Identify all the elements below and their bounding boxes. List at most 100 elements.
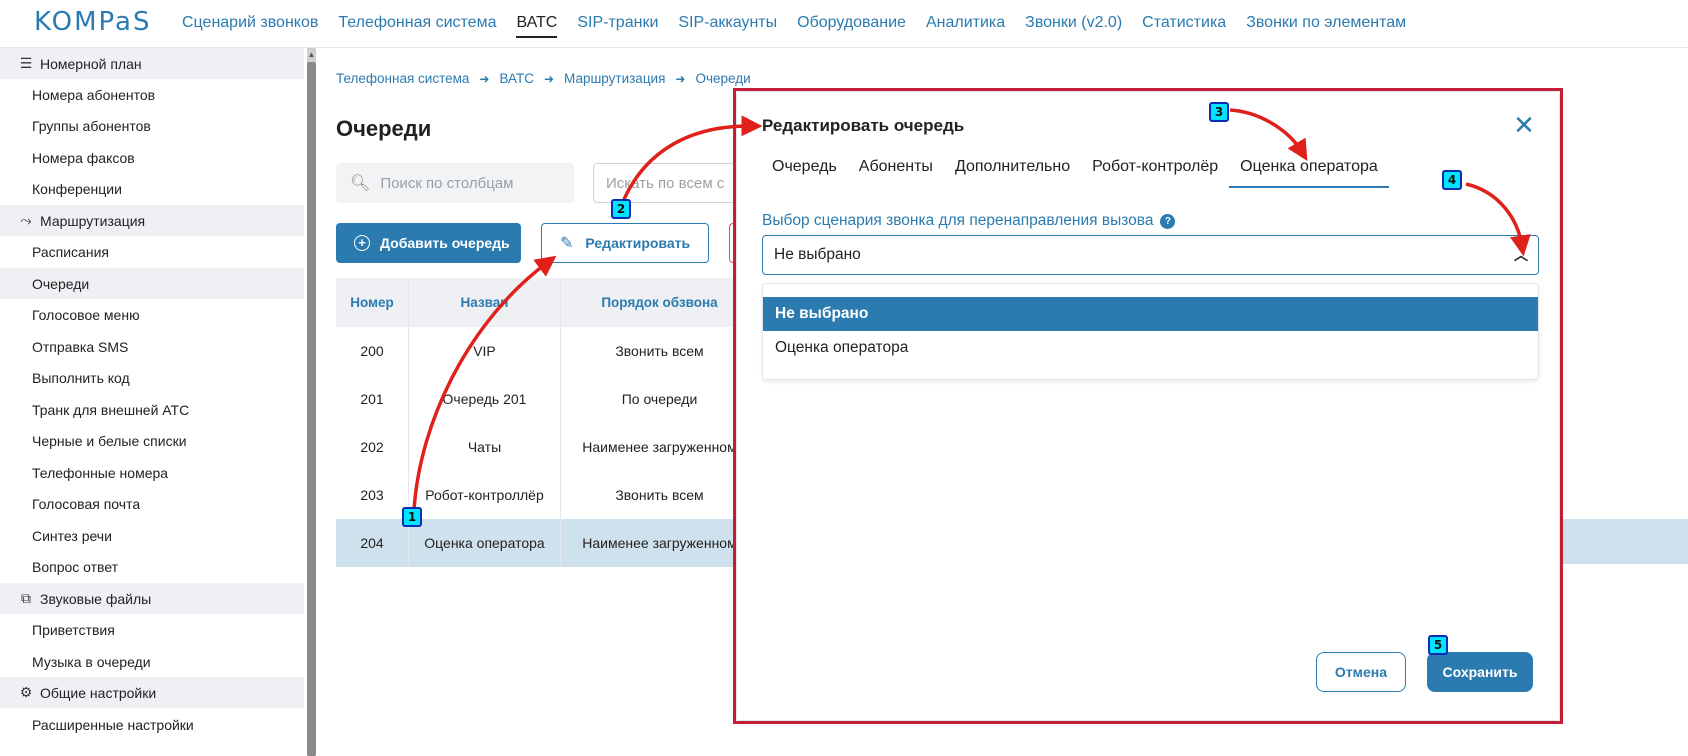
tab-additional[interactable]: Дополнительно [944,152,1081,188]
sidebar-item-advanced-settings[interactable]: Расширенные настройки [0,709,304,740]
breadcrumb-phone-system[interactable]: Телефонная система [336,71,469,86]
scroll-up-icon[interactable]: ▲ [307,50,316,60]
sidebar: ☰ Номерной план Номера абонентов Группы … [0,48,318,756]
sidebar-group-sound-files[interactable]: ⧉ Звуковые файлы [0,583,304,614]
cell-dial-order: По очереди [621,391,698,407]
sidebar-item-greetings[interactable]: Приветствия [0,614,304,645]
table-row[interactable]: 202 Чаты Наименее загруженном [336,423,748,471]
search-placeholder: Поиск по столбцам [380,174,514,192]
step-marker-1: 1 [402,507,422,527]
edit-button[interactable]: ✎ Редактировать [541,223,709,263]
select-value: Не выбрано [774,246,861,263]
nav-item-sip-trunks[interactable]: SIP-транки [577,14,658,38]
plus-circle-icon: + [354,235,370,251]
sidebar-item-black-white-lists[interactable]: Черные и белые списки [0,425,304,456]
table-row[interactable]: 200 VIP Звонить всем [336,327,748,375]
queues-table: Номер Назван Порядок обзвона 200 VIP Зво… [336,278,748,567]
tab-subscribers[interactable]: Абоненты [848,152,944,188]
tab-queue[interactable]: Очередь [762,152,848,188]
files-icon: ⧉ [21,590,31,606]
sidebar-item-queue-music[interactable]: Музыка в очереди [0,646,304,677]
table-row[interactable]: 203 Робот-контроллёр Звонить всем [336,471,748,519]
sidebar-item-subscriber-groups[interactable]: Группы абонентов [0,110,304,141]
cell-number: 204 [336,519,409,567]
sidebar-item-execute-code[interactable]: Выполнить код [0,362,304,393]
sidebar-scrollbar-thumb[interactable] [307,62,316,756]
cell-number: 202 [336,423,409,471]
table-header: Номер Назван Порядок обзвона [336,278,748,327]
tab-robot-controller[interactable]: Робот-контролёр [1081,152,1229,188]
top-navbar: KOMPaS Сценарий звонков Телефонная систе… [0,0,1688,48]
breadcrumb-queues[interactable]: Очереди [695,71,750,86]
sidebar-item-subscriber-numbers[interactable]: Номера абонентов [0,79,304,110]
cancel-button[interactable]: Отмена [1316,652,1406,692]
list-icon: ☰ [19,55,33,71]
redirect-scenario-select[interactable]: Не выбрано ︿ [762,235,1539,275]
sidebar-group-numbering[interactable]: ☰ Номерной план [0,48,304,79]
pencil-icon: ✎ [560,235,574,252]
sidebar-item-phone-numbers[interactable]: Телефонные номера [0,457,304,488]
cell-number: 201 [336,375,409,423]
nav-item-vats[interactable]: ВАТС [516,14,558,38]
nav-item-call-scenarios[interactable]: Сценарий звонков [182,14,318,38]
step-marker-4: 4 [1442,170,1462,190]
cell-name: Чаты [409,423,561,471]
nav-item-statistics[interactable]: Статистика [1142,14,1226,38]
tab-operator-rating[interactable]: Оценка оператора [1229,152,1389,188]
sidebar-item-speech-synthesis[interactable]: Синтез речи [0,520,304,551]
nav-item-sip-accounts[interactable]: SIP-аккаунты [678,14,777,38]
logo[interactable]: KOMPaS [34,7,151,37]
sidebar-item-conferences[interactable]: Конференции [0,173,304,204]
arrow-right-icon: ➜ [675,71,686,86]
column-header-dial-order[interactable]: Порядок обзвона [561,278,748,327]
routing-icon: ⤳ [20,212,32,228]
gear-icon: ⚙ [19,684,33,700]
save-button[interactable]: Сохранить [1427,652,1533,692]
nav-item-phone-system[interactable]: Телефонная система [338,14,496,38]
main-nav: Сценарий звонков Телефонная система ВАТС… [182,14,1426,38]
arrow-right-icon: ➜ [479,71,490,86]
cell-dial-order: Звонить всем [615,343,704,359]
add-queue-button[interactable]: + Добавить очередь [336,223,521,263]
breadcrumb: Телефонная система ➜ ВАТС ➜ Маршрутизаци… [336,71,751,86]
nav-item-equipment[interactable]: Оборудование [797,14,906,38]
cell-name: Очередь 201 [409,375,561,423]
close-icon[interactable]: ✕ [1510,112,1538,140]
dropdown-option-operator-rating[interactable]: Оценка оператора [763,331,1538,365]
modal-title: Редактировать очередь [762,116,965,135]
sidebar-item-voice-menu[interactable]: Голосовое меню [0,299,304,330]
nav-item-calls-by-element[interactable]: Звонки по элементам [1246,14,1406,38]
sidebar-group-general-settings[interactable]: ⚙ Общие настройки [0,677,304,708]
column-search-input[interactable]: 🔍︎ Поиск по столбцам [336,163,574,203]
help-icon[interactable]: ? [1160,213,1176,229]
sidebar-item-schedules[interactable]: Расписания [0,236,304,267]
breadcrumb-vats[interactable]: ВАТС [499,71,534,86]
search-icon: 🔍︎ [350,175,371,192]
sidebar-item-fax-numbers[interactable]: Номера факсов [0,142,304,173]
page-title: Очереди [336,116,432,141]
dropdown-option-not-selected[interactable]: Не выбрано [763,297,1538,331]
global-search-input[interactable]: Искать по всем с [593,163,743,203]
chevron-up-icon[interactable]: ︿ [1514,245,1528,265]
sidebar-item-qa[interactable]: Вопрос ответ [0,551,304,582]
column-header-number[interactable]: Номер [336,278,409,327]
cell-name: Робот-контроллёр [409,471,561,519]
sidebar-item-voicemail[interactable]: Голосовая почта [0,488,304,519]
cell-name: Оценка оператора [409,519,561,567]
scenario-dropdown-list: Не выбрано Оценка оператора [762,283,1539,380]
sidebar-item-external-trunk[interactable]: Транк для внешней АТС [0,394,304,425]
breadcrumb-routing[interactable]: Маршрутизация [564,71,665,86]
table-row[interactable]: 201 Очередь 201 По очереди [336,375,748,423]
step-marker-5: 5 [1428,635,1448,655]
cell-dial-order: Наименее загруженном [582,535,737,551]
sidebar-group-routing[interactable]: ⤳ Маршрутизация [0,205,304,236]
nav-item-analytics[interactable]: Аналитика [926,14,1005,38]
sidebar-item-queues[interactable]: Очереди [0,268,304,299]
redirect-scenario-label: Выбор сценария звонка для перенаправлени… [762,212,1176,230]
step-marker-3: 3 [1209,102,1229,122]
sidebar-item-send-sms[interactable]: Отправка SMS [0,331,304,362]
cell-name: VIP [409,327,561,375]
nav-item-calls-v2[interactable]: Звонки (v2.0) [1025,14,1122,38]
column-header-name[interactable]: Назван [409,278,561,327]
table-row-selected[interactable]: 204 Оценка оператора Наименее загруженно… [336,519,748,567]
